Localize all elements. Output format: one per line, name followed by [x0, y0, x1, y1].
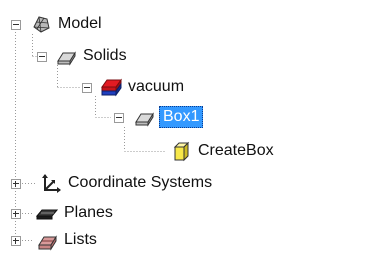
tree-node-label: Model: [58, 15, 102, 32]
tree-node-label: Solids: [83, 47, 127, 64]
tree-node-createbox[interactable]: CreateBox: [170, 140, 276, 162]
lists-icon: [36, 229, 58, 251]
tree-node-label: Lists: [64, 231, 97, 248]
create-operation-icon: [170, 140, 192, 162]
box1-collapse-toggle[interactable]: [114, 113, 124, 123]
model-tree-view: Model Solids vacuum Box1 CreateBox Coord…: [0, 0, 391, 258]
tree-node-box1[interactable]: Box1: [133, 106, 204, 128]
tree-node-label: vacuum: [128, 78, 185, 95]
tree-node-label-selected: Box1: [159, 106, 204, 128]
coordinate-axes-icon: [40, 172, 62, 194]
solids-collapse-toggle[interactable]: [37, 52, 47, 62]
solid-shape-icon: [55, 45, 77, 67]
tree-node-planes[interactable]: Planes: [36, 202, 115, 224]
coordinate-systems-expand-toggle[interactable]: [11, 179, 21, 189]
material-icon: [100, 76, 122, 98]
box-shape-icon: [133, 106, 155, 128]
tree-node-lists[interactable]: Lists: [36, 229, 99, 251]
tree-node-label: Planes: [64, 204, 113, 221]
tree-node-label: Coordinate Systems: [68, 174, 213, 191]
planes-expand-toggle[interactable]: [11, 209, 21, 219]
tree-node-model[interactable]: Model: [30, 13, 104, 35]
tree-node-vacuum[interactable]: vacuum: [100, 76, 186, 98]
tree-node-label: CreateBox: [198, 142, 274, 159]
planes-icon: [36, 202, 58, 224]
tree-node-coordinate-systems[interactable]: Coordinate Systems: [40, 172, 214, 194]
tree-node-solids[interactable]: Solids: [55, 45, 129, 67]
model-icon: [30, 13, 52, 35]
model-collapse-toggle[interactable]: [11, 20, 21, 30]
lists-expand-toggle[interactable]: [11, 236, 21, 246]
vacuum-collapse-toggle[interactable]: [82, 83, 92, 93]
